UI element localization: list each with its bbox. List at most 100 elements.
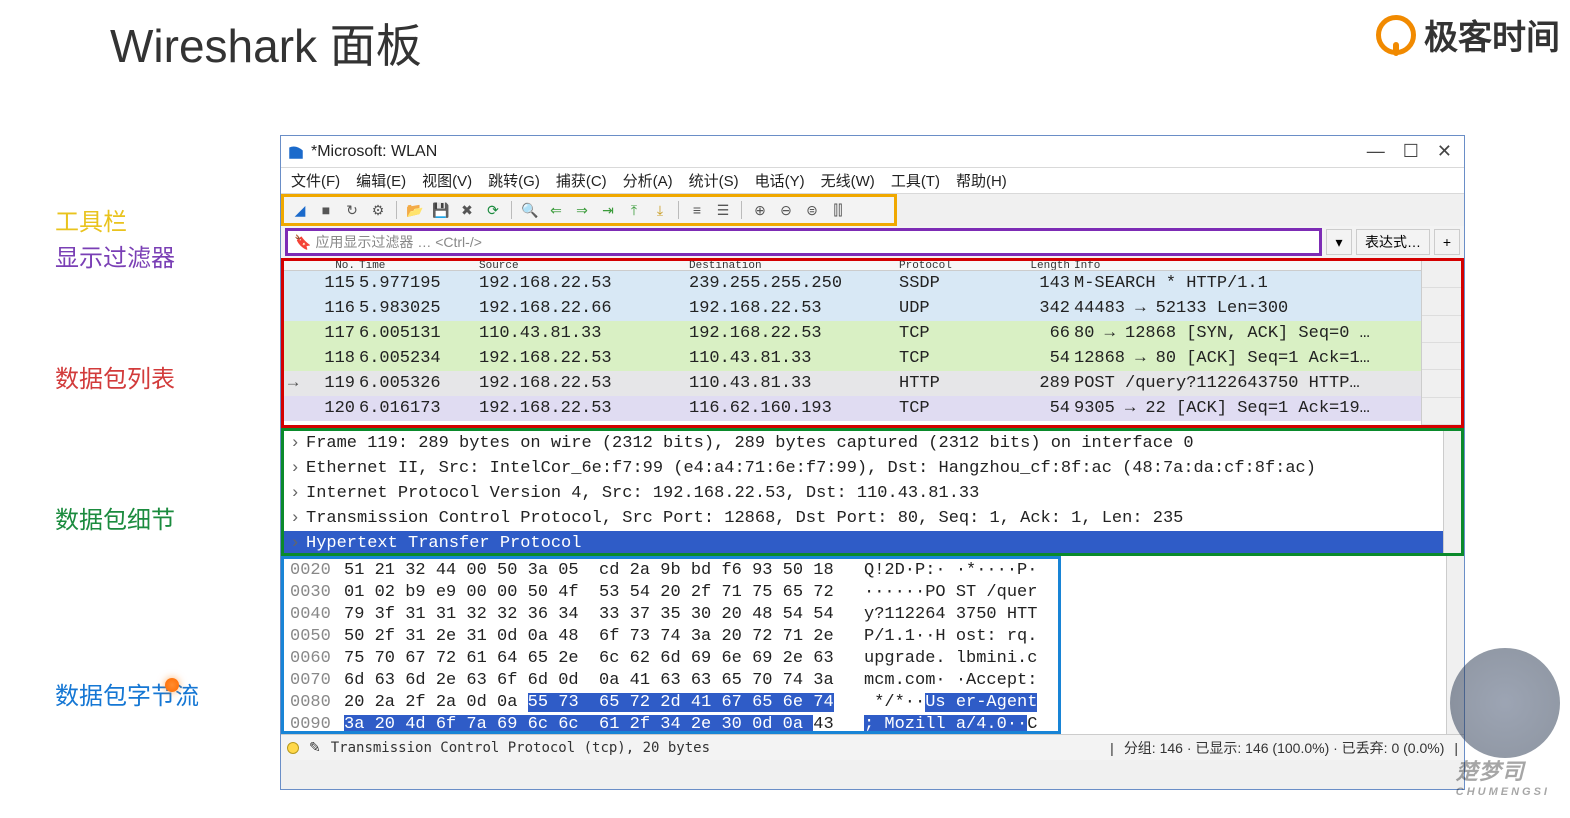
brand-logo: 极客时间 <box>1376 10 1560 59</box>
close-file-icon[interactable]: ✖ <box>457 200 477 220</box>
go-to-packet-icon[interactable]: ⇥ <box>598 200 618 220</box>
page-title: Wireshark 面板 <box>110 10 422 76</box>
auto-scroll-icon[interactable]: ≡ <box>687 200 707 220</box>
col-no[interactable]: No. <box>284 261 359 271</box>
packet-list-header[interactable]: No. Time Source Destination Protocol Len… <box>284 261 1421 271</box>
packet-row[interactable]: 1165.983025192.168.22.66192.168.22.53UDP… <box>284 296 1421 321</box>
col-dst[interactable]: Destination <box>689 261 899 271</box>
label-packet-detail: 数据包细节 <box>55 503 265 539</box>
display-filter-bar: 🔖 应用显示过滤器 … <Ctrl-/> ▾ 表达式… + <box>281 226 1464 258</box>
status-separator: | <box>1110 740 1114 756</box>
byte-row[interactable]: 00903a 20 4d 6f 7a 69 6c 6c 61 2f 34 2e … <box>284 713 1058 734</box>
menu-stats[interactable]: 统计(S) <box>689 170 739 191</box>
byte-row[interactable]: 006075 70 67 72 61 64 65 2e 6c 62 6d 69 … <box>284 647 1058 669</box>
detail-line[interactable]: ›Frame 119: 289 bytes on wire (2312 bits… <box>284 431 1461 456</box>
packet-bytes-pane: 002051 21 32 44 00 50 3a 05 cd 2a 9b bd … <box>281 556 1061 734</box>
pointer-highlight <box>165 678 179 692</box>
zoom-out-icon[interactable]: ⊖ <box>776 200 796 220</box>
menu-file[interactable]: 文件(F) <box>291 170 340 191</box>
col-prot[interactable]: Protocol <box>899 261 1019 271</box>
go-last-icon[interactable]: ⤓ <box>650 200 670 220</box>
current-packet-arrow-icon: → <box>288 374 298 393</box>
status-text: Transmission Control Protocol (tcp), 20 … <box>331 740 1100 756</box>
save-file-icon[interactable]: 💾 <box>431 200 451 220</box>
edit-icon[interactable]: ✎ <box>309 739 321 756</box>
byte-row[interactable]: 00706d 63 6d 2e 63 6f 6d 0d 0a 41 63 63 … <box>284 669 1058 691</box>
expand-icon[interactable]: › <box>290 434 306 453</box>
close-button[interactable]: ✕ <box>1437 141 1452 162</box>
expand-icon[interactable]: › <box>290 484 306 503</box>
resize-columns-icon[interactable]: ⫿⫿ <box>828 200 848 220</box>
menu-tools[interactable]: 工具(T) <box>891 170 940 191</box>
brand-text: 极客时间 <box>1424 10 1560 59</box>
zoom-in-icon[interactable]: ⊕ <box>750 200 770 220</box>
menu-view[interactable]: 视图(V) <box>422 170 472 191</box>
packet-row[interactable]: 1176.005131110.43.81.33192.168.22.53TCP6… <box>284 321 1421 346</box>
label-byte-stream: 数据包字节流 <box>55 679 265 715</box>
menu-edit[interactable]: 编辑(E) <box>356 170 406 191</box>
go-forward-icon[interactable]: ⇒ <box>572 200 592 220</box>
expand-icon[interactable]: › <box>290 534 306 553</box>
detail-line[interactable]: ›Ethernet II, Src: IntelCor_6e:f7:99 (e4… <box>284 456 1461 481</box>
filter-history-button[interactable]: ▾ <box>1326 229 1352 255</box>
packet-row[interactable]: 1186.005234192.168.22.53110.43.81.33TCP5… <box>284 346 1421 371</box>
detail-line[interactable]: ›Transmission Control Protocol, Src Port… <box>284 506 1461 531</box>
wireshark-icon <box>287 143 305 161</box>
packet-row[interactable]: 1206.016173192.168.22.53116.62.160.193TC… <box>284 396 1421 421</box>
zoom-reset-icon[interactable]: ⊜ <box>802 200 822 220</box>
stop-capture-icon[interactable]: ■ <box>316 200 336 220</box>
window-title: *Microsoft: WLAN <box>311 143 1367 161</box>
menu-goto[interactable]: 跳转(G) <box>488 170 540 191</box>
byte-row[interactable]: 002051 21 32 44 00 50 3a 05 cd 2a 9b bd … <box>284 559 1058 581</box>
presenter-avatar <box>1450 648 1560 758</box>
open-file-icon[interactable]: 📂 <box>405 200 425 220</box>
colorize-icon[interactable]: ☰ <box>713 200 733 220</box>
menu-help[interactable]: 帮助(H) <box>956 170 1007 191</box>
expand-icon[interactable]: › <box>290 509 306 528</box>
capture-options-icon[interactable]: ⚙ <box>368 200 388 220</box>
byte-row[interactable]: 003001 02 b9 e9 00 00 50 4f 53 54 20 2f … <box>284 581 1058 603</box>
byte-row[interactable]: 008020 2a 2f 2a 0d 0a 55 73 65 72 2d 41 … <box>284 691 1058 713</box>
label-toolbar: 工具栏 <box>55 205 265 241</box>
toolbar: ◢ ■ ↻ ⚙ 📂 💾 ✖ ⟳ 🔍 ⇐ ⇒ ⇥ ⤒ ⤓ ≡ ☰ ⊕ ⊖ ⊜ ⫿⫿ <box>281 194 897 226</box>
menubar[interactable]: 文件(F) 编辑(E) 视图(V) 跳转(G) 捕获(C) 分析(A) 统计(S… <box>281 168 1464 194</box>
detail-line[interactable]: ›Internet Protocol Version 4, Src: 192.1… <box>284 481 1461 506</box>
reload-icon[interactable]: ⟳ <box>483 200 503 220</box>
col-len[interactable]: Length <box>1019 261 1074 271</box>
status-bar: ✎ Transmission Control Protocol (tcp), 2… <box>281 734 1464 760</box>
minimize-button[interactable]: — <box>1367 141 1385 162</box>
detail-line[interactable]: ›Hypertext Transfer Protocol <box>284 531 1461 556</box>
byte-row[interactable]: 005050 2f 31 2e 31 0d 0a 48 6f 73 74 3a … <box>284 625 1058 647</box>
go-back-icon[interactable]: ⇐ <box>546 200 566 220</box>
expand-icon[interactable]: › <box>290 459 306 478</box>
restart-capture-icon[interactable]: ↻ <box>342 200 362 220</box>
packet-row[interactable]: →1196.005326192.168.22.53110.43.81.33HTT… <box>284 371 1421 396</box>
menu-wireless[interactable]: 无线(W) <box>821 170 875 191</box>
display-filter-input[interactable]: 🔖 应用显示过滤器 … <Ctrl-/> <box>285 228 1322 256</box>
packet-minimap-scrollbar[interactable] <box>1421 261 1461 425</box>
expert-info-icon[interactable] <box>287 742 299 754</box>
filter-placeholder: 应用显示过滤器 … <Ctrl-/> <box>315 232 481 252</box>
maximize-button[interactable]: ☐ <box>1403 141 1419 162</box>
byte-row[interactable]: 004079 3f 31 31 32 32 36 34 33 37 35 30 … <box>284 603 1058 625</box>
add-filter-button[interactable]: + <box>1434 229 1460 255</box>
start-capture-icon[interactable]: ◢ <box>290 200 310 220</box>
menu-telephony[interactable]: 电话(Y) <box>755 170 805 191</box>
expression-button[interactable]: 表达式… <box>1356 229 1430 255</box>
detail-scrollbar[interactable] <box>1443 431 1461 553</box>
label-packet-list: 数据包列表 <box>55 362 265 398</box>
go-first-icon[interactable]: ⤒ <box>624 200 644 220</box>
titlebar[interactable]: *Microsoft: WLAN — ☐ ✕ <box>281 136 1464 168</box>
menu-capture[interactable]: 捕获(C) <box>556 170 607 191</box>
bookmark-icon[interactable]: 🔖 <box>294 234 311 251</box>
packet-details-pane: ›Frame 119: 289 bytes on wire (2312 bits… <box>281 428 1464 556</box>
wireshark-window: *Microsoft: WLAN — ☐ ✕ 文件(F) 编辑(E) 视图(V)… <box>280 135 1465 790</box>
col-time[interactable]: Time <box>359 261 479 271</box>
menu-analyze[interactable]: 分析(A) <box>623 170 673 191</box>
packet-list-pane: No. Time Source Destination Protocol Len… <box>281 258 1464 428</box>
find-icon[interactable]: 🔍 <box>520 200 540 220</box>
col-src[interactable]: Source <box>479 261 689 271</box>
watermark: 楚梦司 CHUMENGSI <box>1456 754 1550 798</box>
col-info[interactable]: Info <box>1074 261 1421 271</box>
packet-row[interactable]: 1155.977195192.168.22.53239.255.255.250S… <box>284 271 1421 296</box>
